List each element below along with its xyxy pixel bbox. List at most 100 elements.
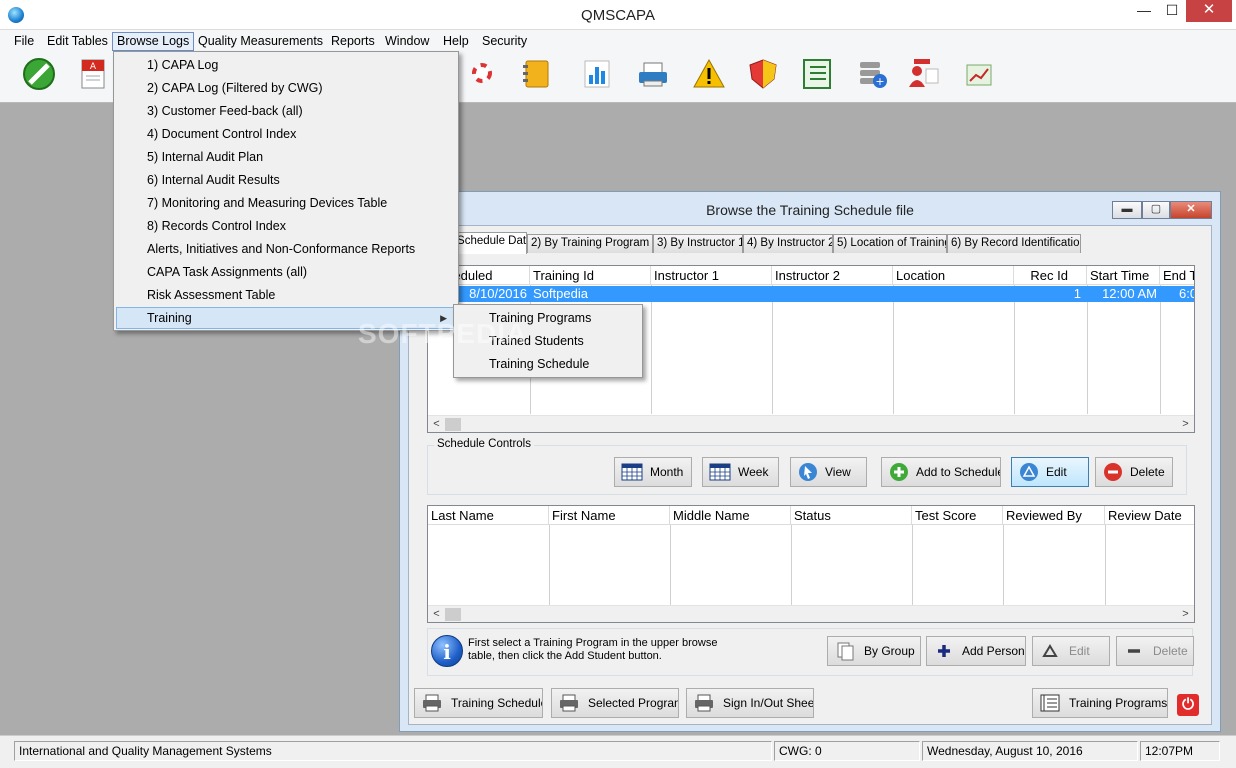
col-test-score[interactable]: Test Score bbox=[912, 506, 1003, 525]
menu-help[interactable]: Help bbox=[439, 32, 473, 51]
printer-icon[interactable] bbox=[636, 57, 670, 91]
training-schedule-print-button[interactable]: Training Schedule bbox=[414, 688, 543, 718]
col-first-name[interactable]: First Name bbox=[549, 506, 670, 525]
training-programs-button[interactable]: Training Programs bbox=[1032, 688, 1168, 718]
warning-icon[interactable] bbox=[692, 57, 726, 91]
cell-instructor-1 bbox=[651, 286, 772, 302]
menu-item-capa-task-assignments[interactable]: CAPA Task Assignments (all) bbox=[116, 261, 456, 283]
close-button[interactable]: ✕ bbox=[1186, 0, 1232, 22]
no-entry-icon[interactable] bbox=[22, 57, 56, 91]
col-instructor-2[interactable]: Instructor 2 bbox=[772, 266, 893, 285]
tab-by-record-identification[interactable]: 6) By Record Identification bbox=[947, 234, 1081, 253]
tab-location-of-training[interactable]: 5) Location of Training bbox=[833, 234, 947, 253]
tab-by-instructor-1[interactable]: 3) By Instructor 1 bbox=[653, 234, 743, 253]
minus-icon bbox=[1128, 649, 1140, 653]
col-instructor-1[interactable]: Instructor 1 bbox=[651, 266, 772, 285]
tab-by-instructor-2[interactable]: 4) By Instructor 2 bbox=[743, 234, 833, 253]
menu-quality-measurements[interactable]: Quality Measurements bbox=[194, 32, 327, 51]
status-cwg: CWG: 0 bbox=[774, 741, 920, 761]
menu-item-monitoring-devices[interactable]: 7) Monitoring and Measuring Devices Tabl… bbox=[116, 192, 456, 214]
menu-item-customer-feedback[interactable]: 3) Customer Feed-back (all) bbox=[116, 100, 456, 122]
menu-item-capa-log-filtered[interactable]: 2) CAPA Log (Filtered by CWG) bbox=[116, 77, 456, 99]
pdf-document-icon[interactable]: A bbox=[76, 57, 110, 91]
col-middle-name[interactable]: Middle Name bbox=[670, 506, 791, 525]
col-rec-id[interactable]: Rec Id bbox=[1014, 266, 1087, 285]
menu-edit-tables[interactable]: Edit Tables bbox=[43, 32, 112, 51]
binder-list-icon bbox=[1040, 694, 1060, 712]
scroll-right-arrow[interactable]: > bbox=[1177, 606, 1194, 622]
menu-item-internal-audit-results[interactable]: 6) Internal Audit Results bbox=[116, 169, 456, 191]
menu-window[interactable]: Window bbox=[381, 32, 433, 51]
child-maximize-button[interactable]: ▢ bbox=[1142, 201, 1170, 219]
grid-divider bbox=[1087, 285, 1088, 414]
scroll-thumb[interactable] bbox=[445, 418, 461, 431]
col-start-time[interactable]: Start Time bbox=[1087, 266, 1160, 285]
info-text-line-1: First select a Training Program in the u… bbox=[468, 637, 718, 649]
col-review-date[interactable]: Review Date bbox=[1105, 506, 1194, 525]
svg-text:A: A bbox=[90, 62, 97, 72]
col-status[interactable]: Status bbox=[791, 506, 912, 525]
delete-schedule-button[interactable]: Delete bbox=[1095, 457, 1173, 487]
menu-security[interactable]: Security bbox=[478, 32, 531, 51]
trend-chart-icon[interactable] bbox=[962, 57, 996, 91]
notebook-icon[interactable] bbox=[520, 57, 554, 91]
checklist-icon[interactable] bbox=[800, 57, 834, 91]
schedule-horizontal-scrollbar[interactable]: < > bbox=[428, 415, 1194, 432]
menu-item-capa-log[interactable]: 1) CAPA Log bbox=[116, 54, 456, 76]
by-group-button[interactable]: By Group bbox=[827, 636, 921, 666]
scroll-thumb[interactable] bbox=[445, 608, 461, 621]
bar-chart-icon[interactable] bbox=[580, 57, 614, 91]
settings-add-icon[interactable]: + bbox=[856, 57, 890, 91]
view-button[interactable]: View bbox=[790, 457, 867, 487]
menu-bar: File Edit Tables Browse Logs Quality Mea… bbox=[0, 30, 1236, 51]
selected-program-print-button[interactable]: Selected Program bbox=[551, 688, 679, 718]
plus-circle-icon bbox=[890, 463, 908, 481]
child-close-button[interactable]: ✕ bbox=[1170, 201, 1212, 219]
by-group-label: By Group bbox=[864, 644, 915, 658]
power-icon[interactable]: ⏻ bbox=[1177, 694, 1199, 716]
add-person-button[interactable]: Add Person bbox=[926, 636, 1026, 666]
menu-file[interactable]: File bbox=[10, 32, 38, 51]
tab-by-training-program-id[interactable]: 2) By Training Program Id bbox=[527, 234, 653, 253]
scroll-left-arrow[interactable]: < bbox=[428, 606, 445, 622]
lifebuoy-icon[interactable] bbox=[462, 57, 496, 91]
child-minimize-button[interactable]: ▬ bbox=[1112, 201, 1142, 219]
menu-item-document-control-index[interactable]: 4) Document Control Index bbox=[116, 123, 456, 145]
child-window-body: 1) By Schedule Date 2) By Training Progr… bbox=[408, 225, 1212, 725]
minimize-button[interactable]: — bbox=[1130, 0, 1158, 22]
shield-icon[interactable] bbox=[746, 57, 780, 91]
maximize-button[interactable]: ☐ bbox=[1158, 0, 1186, 22]
col-location[interactable]: Location bbox=[893, 266, 1014, 285]
col-training-id[interactable]: Training Id bbox=[530, 266, 651, 285]
week-button[interactable]: Week bbox=[702, 457, 779, 487]
menu-item-alerts-ncr[interactable]: Alerts, Initiatives and Non-Conformance … bbox=[116, 238, 456, 260]
student-horizontal-scrollbar[interactable]: < > bbox=[428, 605, 1194, 622]
menu-reports[interactable]: Reports bbox=[327, 32, 379, 51]
month-button[interactable]: Month bbox=[614, 457, 692, 487]
submenu-item-training-schedule[interactable]: Training Schedule bbox=[456, 353, 640, 375]
col-reviewed-by[interactable]: Reviewed By bbox=[1003, 506, 1105, 525]
status-date: Wednesday, August 10, 2016 bbox=[922, 741, 1138, 761]
delete-schedule-label: Delete bbox=[1130, 465, 1165, 479]
month-label: Month bbox=[650, 465, 684, 479]
col-last-name[interactable]: Last Name bbox=[428, 506, 549, 525]
menu-item-risk-assessment[interactable]: Risk Assessment Table bbox=[116, 284, 456, 306]
menu-item-records-control-index[interactable]: 8) Records Control Index bbox=[116, 215, 456, 237]
svg-text:+: + bbox=[875, 75, 884, 88]
student-grid[interactable]: Last Name First Name Middle Name Status … bbox=[427, 505, 1195, 623]
edit-person-button[interactable]: Edit bbox=[1032, 636, 1110, 666]
scroll-left-arrow[interactable]: < bbox=[428, 416, 445, 432]
menu-browse-logs[interactable]: Browse Logs bbox=[112, 32, 195, 51]
edit-schedule-button[interactable]: Edit bbox=[1011, 457, 1089, 487]
status-company: International and Quality Management Sys… bbox=[14, 741, 772, 761]
add-to-schedule-button[interactable]: Add to Schedule bbox=[881, 457, 1001, 487]
col-end-time[interactable]: End Time bbox=[1160, 266, 1194, 285]
sign-in-out-sheet-button[interactable]: Sign In/Out Sheet bbox=[686, 688, 814, 718]
table-row[interactable]: 8/10/2016 Softpedia 1 12:00 AM 6:00 AM bbox=[428, 286, 1194, 302]
sign-in-out-label: Sign In/Out Sheet bbox=[723, 696, 814, 710]
menu-item-internal-audit-plan[interactable]: 5) Internal Audit Plan bbox=[116, 146, 456, 168]
scroll-right-arrow[interactable]: > bbox=[1177, 416, 1194, 432]
add-person-label: Add Person bbox=[962, 644, 1025, 658]
user-card-icon[interactable] bbox=[906, 57, 940, 91]
delete-person-button[interactable]: Delete bbox=[1116, 636, 1194, 666]
